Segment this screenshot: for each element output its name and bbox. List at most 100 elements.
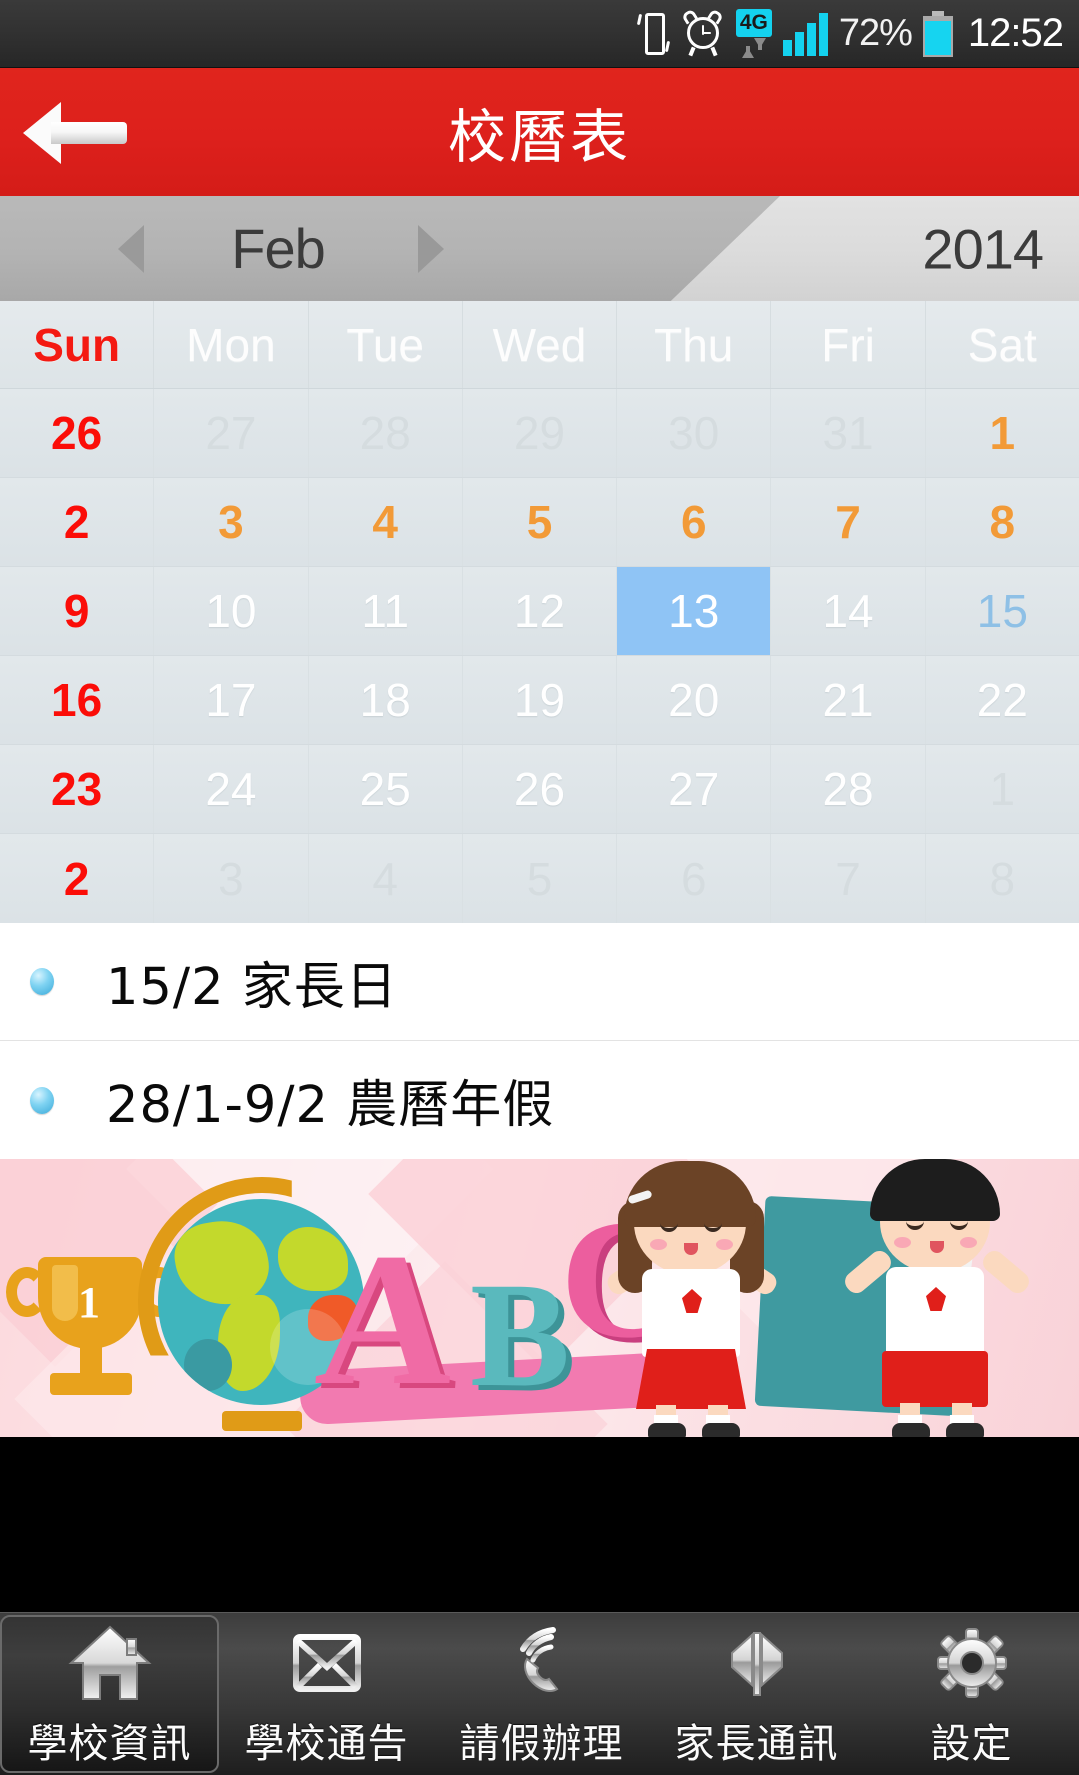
letter-a-decor: A	[310, 1215, 463, 1425]
event-label: 28/1-9/2 農曆年假	[106, 1076, 555, 1135]
calendar-week-row: 23 24 25 26 27 28 1	[0, 745, 1079, 834]
title-bar: 校曆表	[0, 68, 1079, 196]
calendar-body: 26 27 28 29 30 31 1 2 3 4 5 6 7 8 9 10 11 12 13 14 15 16 17 18 1…	[0, 389, 1079, 923]
calendar-day-cell[interactable]: 22	[925, 656, 1079, 744]
calendar-day-cell[interactable]: 8	[925, 478, 1079, 566]
calendar-day-cell[interactable]: 21	[771, 656, 926, 744]
calendar-grid: Sun Mon Tue Wed Thu Fri Sat 26 27 28 29 30 31…	[0, 301, 1079, 923]
weekday-wed: Wed	[462, 301, 618, 388]
calendar-day-cell[interactable]: 3	[154, 478, 309, 566]
next-month-button[interactable]	[394, 196, 468, 301]
weekday-sun: Sun	[0, 301, 155, 388]
calendar-day-cell[interactable]: 15	[925, 567, 1079, 655]
list-item[interactable]: 28/1-9/2 農曆年假	[0, 1041, 1079, 1159]
calendar-day-cell[interactable]: 30	[617, 389, 772, 477]
battery-icon	[922, 10, 953, 57]
boy-student-illustration	[840, 1159, 1040, 1437]
nav-label: 設定	[930, 1721, 1013, 1767]
nav-item-school-info[interactable]: 學校資訊	[0, 1615, 219, 1773]
calendar-day-cell[interactable]: 7	[771, 834, 926, 923]
nav-item-leave-application[interactable]: 請假辦理	[434, 1613, 649, 1775]
calendar-day-cell[interactable]: 8	[925, 834, 1079, 923]
weekday-tue: Tue	[308, 301, 463, 388]
calendar-day-cell[interactable]: 5	[462, 478, 618, 566]
bottom-navigation-bar: 學校資訊 學校通告 請假辦理 家長通訊 設定	[0, 1612, 1079, 1775]
calendar-day-cell[interactable]: 1	[925, 389, 1079, 477]
month-selector-bar: Feb 2014	[0, 196, 1079, 301]
calendar-day-cell[interactable]: 20	[617, 656, 772, 744]
calendar-day-cell[interactable]: 18	[308, 656, 463, 744]
calendar-day-cell[interactable]: 23	[0, 745, 155, 833]
list-item[interactable]: 15/2 家長日	[0, 923, 1079, 1041]
girl-student-illustration	[600, 1161, 790, 1437]
year-label[interactable]: 2014	[922, 216, 1044, 281]
calendar-day-cell[interactable]: 29	[462, 389, 618, 477]
blue-dot-icon	[30, 968, 54, 995]
school-banner-image: 1 A B C	[0, 1159, 1079, 1437]
calendar-day-cell[interactable]: 17	[154, 656, 309, 744]
nav-label: 學校資訊	[27, 1721, 192, 1767]
weekday-mon: Mon	[154, 301, 309, 388]
calendar-day-cell[interactable]: 10	[154, 567, 309, 655]
nav-item-school-notices[interactable]: 學校通告	[219, 1613, 434, 1775]
weekday-sat: Sat	[925, 301, 1079, 388]
calendar-day-cell[interactable]: 26	[462, 745, 618, 833]
calendar-day-cell[interactable]: 27	[617, 745, 772, 833]
calendar-day-cell[interactable]: 5	[462, 834, 618, 923]
calendar-weekday-header: Sun Mon Tue Wed Thu Fri Sat	[0, 301, 1079, 389]
calendar-day-cell[interactable]: 25	[308, 745, 463, 833]
home-icon	[67, 1619, 153, 1707]
chevron-left-icon	[118, 224, 144, 273]
calendar-week-row: 2345678	[0, 478, 1079, 567]
calendar-day-cell[interactable]: 6	[617, 834, 772, 923]
calendar-week-row: 16 17 18 19 20 21 22	[0, 656, 1079, 745]
gear-icon	[929, 1619, 1015, 1707]
calendar-day-cell[interactable]: 2	[0, 478, 155, 566]
signal-bars-icon	[782, 12, 828, 56]
nav-label: 家長通訊	[674, 1721, 839, 1767]
nav-label: 學校通告	[244, 1721, 409, 1767]
calendar-day-cell[interactable]: 26	[0, 389, 155, 477]
calendar-day-cell[interactable]: 12	[462, 567, 618, 655]
battery-percent-label: 72%	[838, 12, 913, 54]
calendar-day-cell[interactable]: 9	[0, 567, 155, 655]
status-bar: 4G 72% 12:52	[0, 0, 1079, 68]
calendar-day-cell[interactable]: 16	[0, 656, 155, 744]
calendar-day-cell[interactable]: 31	[771, 389, 926, 477]
calendar-day-cell[interactable]: 28	[308, 389, 463, 477]
calendar-week-row: 9 10 11 12 13 14 15	[0, 567, 1079, 656]
vibrate-icon	[636, 11, 670, 57]
calendar-day-cell[interactable]: 13	[617, 567, 772, 655]
calendar-day-cell[interactable]: 11	[308, 567, 463, 655]
event-label: 15/2 家長日	[106, 957, 398, 1017]
calendar-day-cell[interactable]: 14	[771, 567, 926, 655]
network-type-label: 4G	[735, 9, 772, 37]
nav-item-settings[interactable]: 設定	[864, 1613, 1079, 1775]
event-list: 15/2 家長日 28/1-9/2 農曆年假	[0, 923, 1079, 1159]
nav-item-parent-communication[interactable]: 家長通訊	[649, 1613, 864, 1775]
blue-dot-icon	[30, 1086, 54, 1114]
page-title: 校曆表	[447, 103, 631, 171]
calendar-day-cell[interactable]: 6	[617, 478, 772, 566]
phone-call-icon	[499, 1619, 585, 1707]
data-transfer-arrows-icon	[740, 38, 768, 58]
calendar-day-cell[interactable]: 3	[154, 834, 309, 923]
letter-b-decor: B	[470, 1252, 571, 1418]
calendar-day-cell[interactable]: 4	[308, 834, 463, 923]
calendar-day-cell[interactable]: 24	[154, 745, 309, 833]
calendar-day-cell[interactable]: 19	[462, 656, 618, 744]
calendar-week-row: 26 27 28 29 30 31 1	[0, 389, 1079, 478]
weekday-thu: Thu	[617, 301, 772, 388]
calendar-day-cell[interactable]: 1	[925, 745, 1079, 833]
trophy-number: 1	[78, 1278, 100, 1327]
calendar-day-cell[interactable]: 28	[771, 745, 926, 833]
envelope-icon	[284, 1619, 370, 1707]
network-4g-icon: 4G	[735, 9, 772, 58]
calendar-day-cell[interactable]: 2	[0, 834, 155, 923]
calendar-day-cell[interactable]: 4	[308, 478, 463, 566]
calendar-day-cell[interactable]: 7	[771, 478, 926, 566]
prev-month-button[interactable]	[94, 196, 168, 301]
calendar-day-cell[interactable]: 27	[154, 389, 309, 477]
nav-label: 請假辦理	[459, 1721, 624, 1767]
calendar-week-row: 2345678	[0, 834, 1079, 923]
